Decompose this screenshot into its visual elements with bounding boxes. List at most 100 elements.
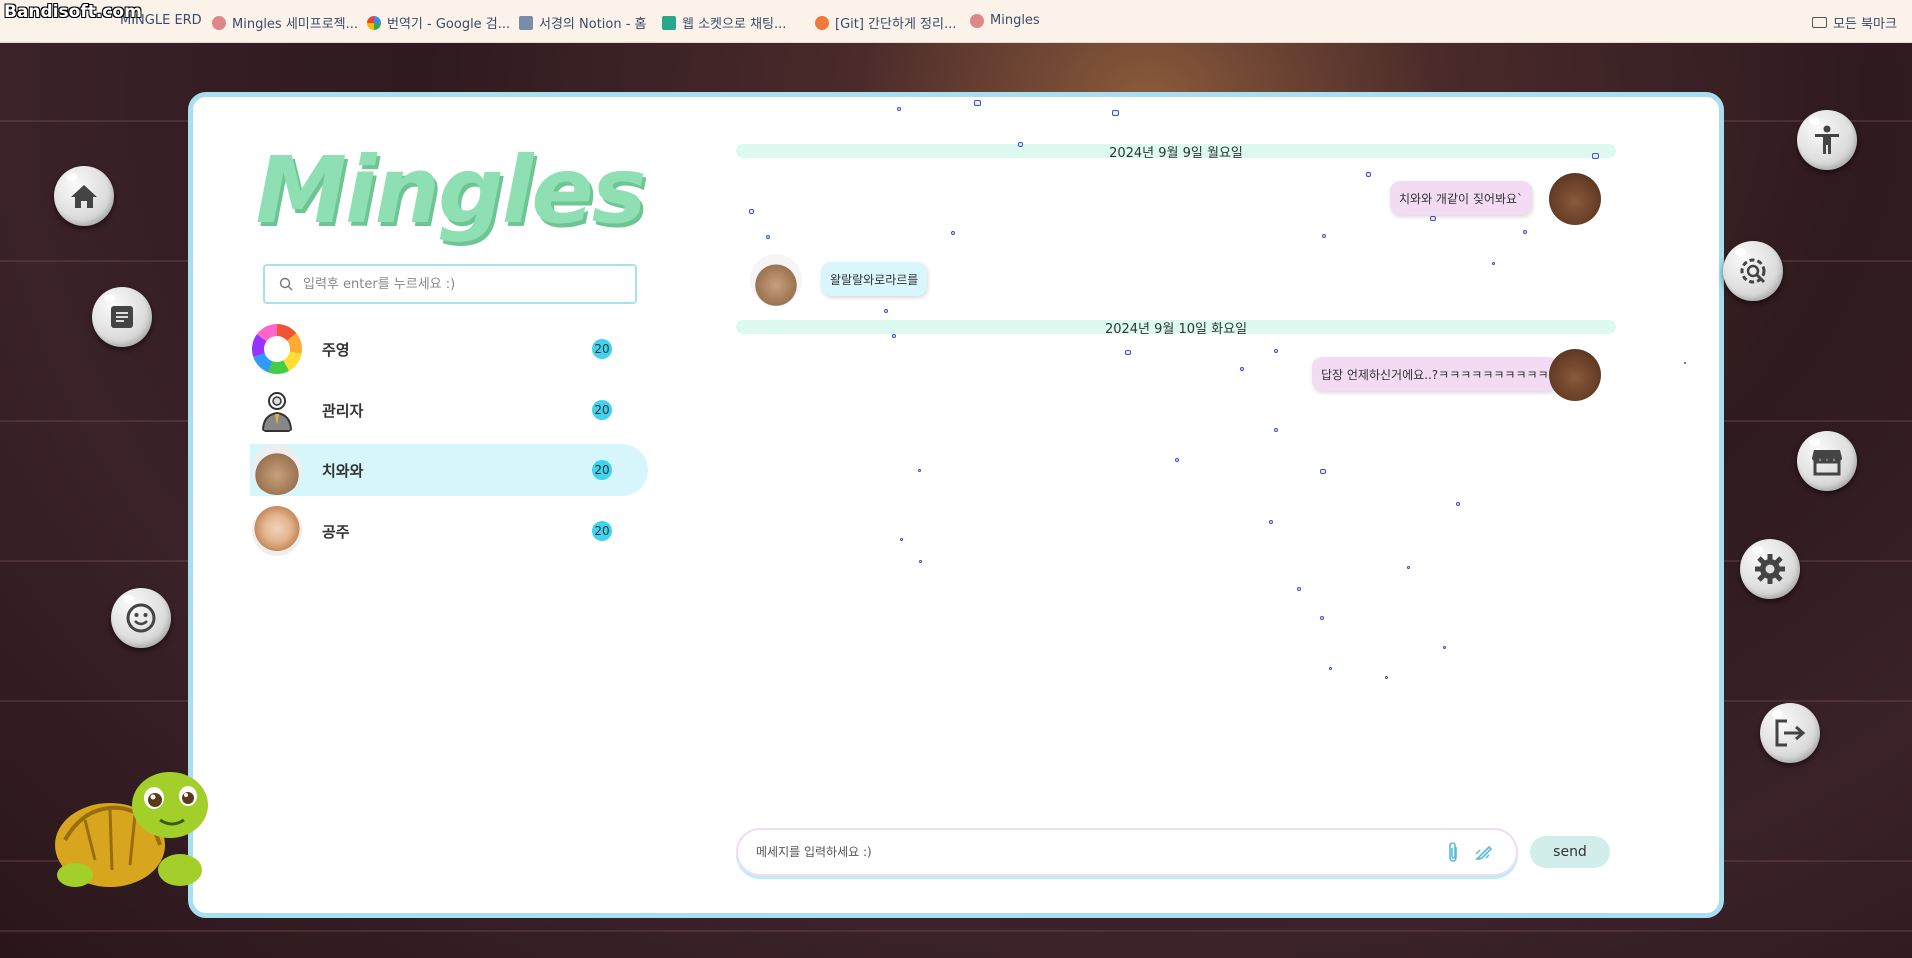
accessibility-icon [1815, 125, 1839, 154]
tistory-icon [815, 15, 829, 30]
particle [1175, 458, 1179, 462]
particle [1430, 216, 1436, 221]
particle [766, 235, 770, 239]
particle [749, 209, 754, 214]
unread-badge: 20 [592, 339, 612, 359]
bookmark-label: 번역기 - Google 검... [387, 17, 511, 32]
friend-message: 왈랄랄와로라르를 [821, 262, 928, 296]
particle [974, 100, 981, 106]
friend-row-admin[interactable]: 관리자 20 [250, 384, 648, 436]
particle [1274, 349, 1278, 353]
home-button[interactable] [54, 166, 114, 226]
friend-row-chihuahua[interactable]: 치와와 20 [250, 444, 648, 496]
my-message: 답장 언제하신거에요..?ㅋㅋㅋㅋㅋㅋㅋㅋㅋㅋ [1312, 357, 1558, 391]
drawing-icon[interactable] [1474, 842, 1494, 862]
particle [884, 309, 888, 313]
particle [1018, 142, 1023, 147]
search-settings-icon [1740, 258, 1766, 284]
unread-badge: 20 [592, 460, 612, 480]
friend-name: 공주 [322, 522, 350, 541]
particle [1385, 676, 1388, 679]
message-input-box[interactable] [736, 828, 1518, 876]
avatar [252, 324, 302, 374]
bookmark-mingles-semi[interactable]: Mingles 세미프로젝... [212, 13, 358, 32]
turtle-mascot [55, 772, 208, 887]
friend-row-juyoung[interactable]: 주영 20 [250, 323, 648, 375]
accessibility-button[interactable] [1797, 110, 1857, 170]
globe-icon [970, 13, 984, 28]
app-logo[interactable]: Mingles [255, 130, 646, 250]
friend-name: 치와와 [322, 461, 364, 480]
bookmark-translator[interactable]: 번역기 - Google 검... [367, 13, 510, 32]
bookmark-label: Mingles [990, 13, 1040, 28]
avatar [252, 385, 302, 435]
velog-icon [662, 15, 676, 30]
particle [1456, 502, 1460, 506]
store-button[interactable] [1797, 431, 1857, 491]
friend-row-princess[interactable]: 공주 20 [250, 505, 648, 557]
bookmark-label: [Git] 간단하게 정리... [835, 17, 957, 32]
particle [1125, 350, 1131, 355]
particle [892, 334, 896, 338]
my-avatar [1549, 173, 1601, 225]
notion-icon [519, 15, 533, 30]
date-divider: 2024년 9월 9일 월요일 [736, 144, 1616, 161]
google-icon [367, 15, 381, 30]
particle [1684, 362, 1686, 364]
send-button[interactable]: send [1530, 836, 1610, 868]
particle [919, 560, 922, 563]
bookmark-git[interactable]: [Git] 간단하게 정리... [815, 13, 956, 32]
particle [1269, 520, 1273, 524]
particle [1407, 566, 1410, 569]
avatar [252, 445, 302, 495]
friend-name: 관리자 [322, 401, 364, 420]
bookmark-label: 웹 소켓으로 채팅... [682, 17, 787, 32]
emoji-button[interactable] [111, 588, 171, 648]
particle [1523, 230, 1527, 234]
bookmark-label: Mingles 세미프로젝... [232, 17, 359, 32]
bookmark-websocket[interactable]: 웹 소켓으로 채팅... [662, 13, 786, 32]
particle [1329, 667, 1332, 670]
home-icon [71, 185, 97, 208]
particle [918, 469, 921, 472]
bookmarks-bar: MINGLE ERD Mingles 세미프로젝... 번역기 - Google… [0, 0, 1912, 43]
avatar [252, 506, 302, 556]
particle [1592, 153, 1599, 159]
friend-avatar [750, 254, 802, 306]
folder-icon [1812, 17, 1827, 28]
particle [1320, 616, 1324, 620]
particle [1274, 428, 1278, 432]
particle [1492, 262, 1495, 265]
watermark: Bandisoft.com [4, 2, 142, 22]
message-input[interactable] [756, 845, 1436, 859]
search-input[interactable] [303, 276, 613, 292]
logout-button[interactable] [1760, 703, 1820, 763]
board-button[interactable] [92, 287, 152, 347]
all-bookmarks[interactable]: 모든 북마크 [1812, 13, 1897, 32]
particle [900, 538, 903, 541]
settings-button[interactable] [1740, 539, 1800, 599]
emoji-icon [126, 603, 156, 633]
particle [1322, 234, 1326, 238]
settings-icon [1755, 554, 1785, 584]
bookmark-mingles[interactable]: Mingles [970, 13, 1040, 28]
bookmark-notion[interactable]: 서경의 Notion - 홈 [519, 13, 647, 32]
search-settings-button[interactable] [1723, 241, 1783, 301]
friend-search[interactable] [263, 264, 637, 304]
search-icon [279, 277, 293, 291]
my-message: 치와와 개같이 짖어봐요` [1390, 181, 1533, 215]
particle [1297, 587, 1301, 591]
unread-badge: 20 [592, 400, 612, 420]
attach-icon[interactable] [1446, 841, 1460, 863]
date-divider: 2024년 9월 10일 화요일 [736, 320, 1616, 337]
store-icon [1812, 450, 1842, 476]
logout-icon [1775, 719, 1806, 747]
globe-icon [212, 15, 226, 30]
particle [951, 231, 955, 235]
document-icon [111, 306, 133, 328]
unread-badge: 20 [592, 521, 612, 541]
particle [1320, 469, 1326, 474]
particle [1240, 367, 1244, 371]
bookmark-label: 서경의 Notion - 홈 [539, 17, 647, 32]
friend-name: 주영 [322, 340, 350, 359]
